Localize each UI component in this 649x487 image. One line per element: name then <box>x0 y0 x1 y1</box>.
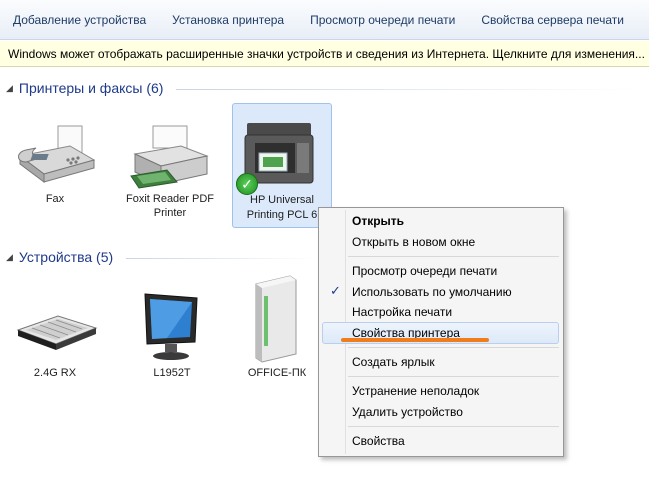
group-divider <box>126 258 316 259</box>
view-print-queue-button[interactable]: Просмотр очереди печати <box>297 13 468 27</box>
menu-item-open-new-window[interactable]: Открыть в новом окне <box>352 235 475 249</box>
multifunction-printer-icon: ✓ <box>233 113 331 195</box>
print-server-properties-button[interactable]: Свойства сервера печати <box>468 13 637 27</box>
menu-item-print-settings[interactable]: Настройка печати <box>352 305 452 319</box>
add-device-button[interactable]: Добавление устройства <box>0 13 159 27</box>
checkmark-icon: ✓ <box>330 283 341 298</box>
remove-device-button-truncated[interactable]: Уд <box>637 13 649 27</box>
group-divider <box>176 89 636 90</box>
menu-item-open[interactable]: Открыть <box>352 214 404 228</box>
fax-icon <box>10 112 100 192</box>
menu-separator <box>348 376 559 377</box>
computer-tower-icon <box>232 274 322 366</box>
collapse-arrow-icon[interactable]: ◢ <box>6 252 13 263</box>
add-printer-button[interactable]: Установка принтера <box>159 13 297 27</box>
device-keyboard-2-4g-rx[interactable]: 2.4G RX <box>10 286 100 380</box>
menu-item-properties[interactable]: Свойства <box>352 434 405 448</box>
keyboard-icon <box>10 286 100 366</box>
menu-separator <box>348 256 559 257</box>
default-printer-check-icon: ✓ <box>236 173 258 195</box>
menu-item-troubleshoot[interactable]: Устранение неполадок <box>352 384 479 398</box>
menu-item-remove-device[interactable]: Удалить устройство <box>352 405 463 419</box>
monitor-icon <box>127 286 217 366</box>
device-label: Fax <box>45 193 65 205</box>
device-label: 2.4G RX <box>33 367 77 379</box>
info-bar[interactable]: Windows может отображать расширенные зна… <box>0 41 649 67</box>
device-computer-office-pc[interactable]: OFFICE-ПК <box>232 274 322 380</box>
devices-group-title: Устройства (5) <box>18 249 114 265</box>
device-label: HP Universal Printing PCL 6 <box>246 194 318 221</box>
devices-group-header[interactable]: ◢ Устройства (5) <box>6 249 113 265</box>
context-menu: Открыть Открыть в новом окне Просмотр оч… <box>318 207 564 457</box>
menu-item-create-shortcut[interactable]: Создать ярлык <box>352 355 435 369</box>
collapse-arrow-icon[interactable]: ◢ <box>6 83 13 94</box>
menu-separator <box>348 347 559 348</box>
device-fax[interactable]: Fax <box>10 112 100 206</box>
device-label: Foxit Reader PDF Printer <box>125 193 215 219</box>
printers-group-title: Принтеры и факсы (6) <box>18 80 164 96</box>
device-monitor-l1952t[interactable]: L1952T <box>127 286 217 380</box>
printer-icon <box>125 112 215 192</box>
menu-item-view-print-queue[interactable]: Просмотр очереди печати <box>352 264 497 278</box>
menu-item-set-default[interactable]: Использовать по умолчанию <box>352 285 512 299</box>
menu-separator <box>348 426 559 427</box>
annotation-underline <box>341 338 489 342</box>
device-label: L1952T <box>153 367 191 379</box>
printers-group-header[interactable]: ◢ Принтеры и факсы (6) <box>6 80 163 96</box>
device-label: OFFICE-ПК <box>247 367 307 379</box>
command-toolbar: Добавление устройства Установка принтера… <box>0 0 649 40</box>
device-foxit-pdf-printer[interactable]: Foxit Reader PDF Printer <box>125 112 215 220</box>
device-hp-universal-printer[interactable]: ✓ HP Universal Printing PCL 6 <box>232 103 332 228</box>
